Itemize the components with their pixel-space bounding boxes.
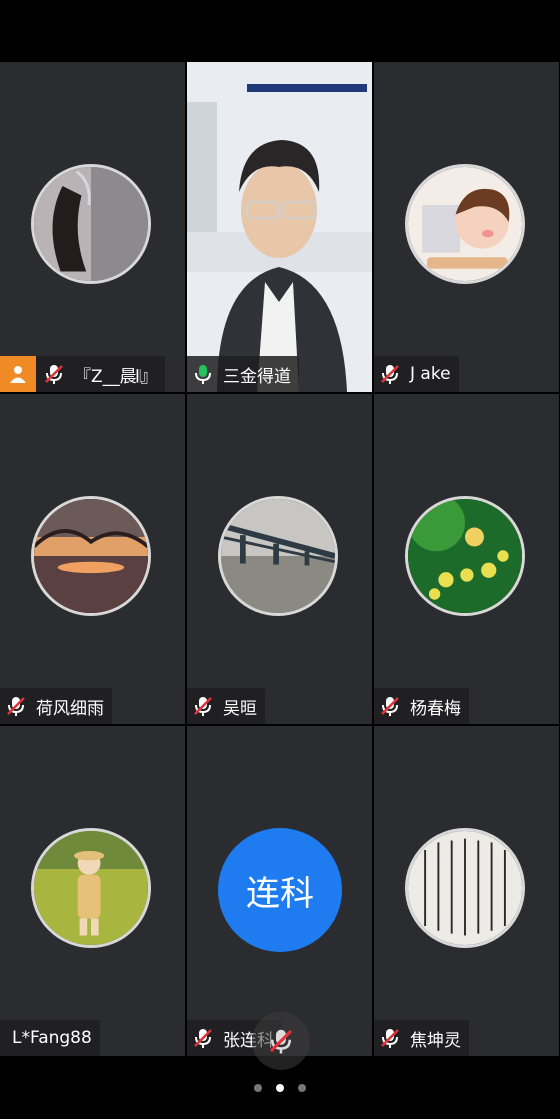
participant-tile[interactable]: 连科 张连科 <box>187 726 372 1056</box>
participant-tile[interactable]: 焦坤灵 <box>374 726 559 1056</box>
mic-muted-icon <box>7 697 25 716</box>
participant-name: 杨春梅 <box>410 698 461 719</box>
page-indicator[interactable] <box>0 1084 560 1092</box>
participant-label: 三金得道 <box>187 356 299 392</box>
participant-label: L*Fang88 <box>0 1020 100 1056</box>
mute-toggle-button[interactable] <box>252 1012 310 1070</box>
participant-label: 吴晅 <box>187 688 265 724</box>
participant-tile[interactable]: L*Fang88 <box>0 726 185 1056</box>
participant-name: L*Fang88 <box>12 1028 92 1048</box>
avatar <box>405 164 525 284</box>
participant-label: 焦坤灵 <box>374 1020 469 1056</box>
mic-muted-icon <box>381 365 399 384</box>
avatar <box>31 164 151 284</box>
participant-tile[interactable]: 荷风细雨 <box>0 394 185 724</box>
participant-tile[interactable]: 杨春梅 <box>374 394 559 724</box>
mic-muted-icon <box>194 697 212 716</box>
avatar <box>405 828 525 948</box>
participant-tile-active[interactable]: 三金得道 <box>187 62 372 392</box>
mic-muted-icon <box>194 1029 212 1048</box>
video-feed <box>187 62 372 392</box>
text-avatar: 连科 <box>218 828 342 952</box>
host-badge-icon <box>0 356 36 392</box>
participant-grid: 『Z__晨𝄃』 三金得道 J ake 荷风细雨 吴晅 杨春梅 L*Fang88 … <box>0 62 560 1056</box>
participant-label: 『Z__晨𝄃』 <box>0 356 166 392</box>
mic-muted-icon <box>381 1029 399 1048</box>
participant-tile[interactable]: 吴晅 <box>187 394 372 724</box>
avatar <box>405 496 525 616</box>
page-dot[interactable] <box>298 1084 306 1092</box>
participant-label: 荷风细雨 <box>0 688 112 724</box>
page-dot-current[interactable] <box>276 1084 284 1092</box>
participant-name: 『Z__晨𝄃』 <box>74 366 158 387</box>
participant-name: 三金得道 <box>223 366 291 387</box>
participant-tile[interactable]: 『Z__晨𝄃』 <box>0 62 185 392</box>
participant-tile[interactable]: J ake <box>374 62 559 392</box>
participant-label: J ake <box>374 356 459 392</box>
participant-name: J ake <box>410 364 451 384</box>
participant-name: 荷风细雨 <box>36 698 104 719</box>
page-dot[interactable] <box>254 1084 262 1092</box>
participant-name: 焦坤灵 <box>410 1030 461 1051</box>
avatar <box>218 496 338 616</box>
participant-name: 吴晅 <box>223 698 257 719</box>
mic-active-icon <box>195 365 211 384</box>
mic-muted-icon <box>269 1029 293 1054</box>
mic-muted-icon <box>45 365 63 384</box>
participant-label: 杨春梅 <box>374 688 469 724</box>
avatar <box>31 496 151 616</box>
mic-muted-icon <box>381 697 399 716</box>
avatar <box>31 828 151 948</box>
